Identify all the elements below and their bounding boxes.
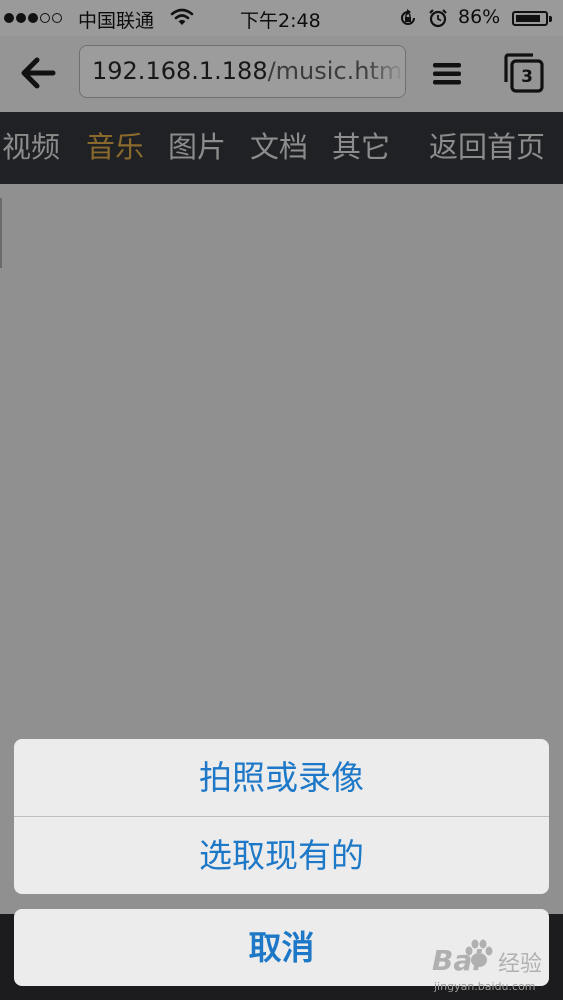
battery-percent: 86% — [458, 6, 501, 28]
signal-dot — [28, 13, 38, 23]
browser-toolbar: 192.168.1.188/music.htm 3 — [0, 36, 563, 112]
signal-strength-icon — [4, 9, 62, 27]
nav-home-link[interactable]: 返回首页 — [429, 129, 545, 165]
battery-icon — [512, 11, 552, 26]
tab-count: 3 — [521, 67, 533, 87]
url-host: 192.168.1.188 — [92, 57, 268, 85]
clock-time: 下午2:48 — [240, 10, 321, 32]
signal-dot — [16, 13, 26, 23]
carrier-name: 中国联通 — [78, 10, 155, 32]
tabs-button[interactable]: 3 — [503, 52, 545, 94]
menu-icon[interactable] — [432, 62, 462, 86]
battery-fill — [516, 15, 540, 22]
watermark-url: jingyan.baidu.com — [434, 980, 536, 993]
battery-nub — [549, 16, 552, 22]
status-bar: 中国联通 下午2:48 86% — [0, 0, 563, 36]
signal-dot — [40, 13, 50, 23]
baidu-watermark: Bai 经验 jingyan.baidu.com — [432, 938, 557, 998]
nav-item-music[interactable]: 音乐 — [86, 129, 144, 165]
signal-dot — [52, 13, 62, 23]
choose-existing-button[interactable]: 选取现有的 — [14, 817, 549, 894]
rotation-lock-icon — [401, 9, 415, 25]
nav-item-video[interactable]: 视频 — [2, 129, 60, 165]
paw-icon — [465, 939, 493, 967]
nav-item-other[interactable]: 其它 — [332, 129, 390, 165]
category-nav: 视频 音乐 图片 文档 其它 返回首页 — [0, 112, 563, 184]
back-arrow-icon[interactable] — [20, 56, 56, 90]
address-bar[interactable]: 192.168.1.188/music.htm — [79, 45, 406, 98]
wifi-icon — [170, 8, 194, 25]
text-caret — [0, 198, 2, 268]
nav-item-pictures[interactable]: 图片 — [168, 129, 226, 165]
nav-item-documents[interactable]: 文档 — [250, 129, 308, 165]
alarm-icon — [429, 9, 447, 28]
take-photo-or-video-button[interactable]: 拍照或录像 — [14, 739, 549, 816]
action-sheet: 拍照或录像 选取现有的 — [14, 739, 549, 894]
url-fade — [365, 46, 405, 97]
watermark-suffix: 经验 — [498, 952, 543, 977]
signal-dot — [4, 13, 14, 23]
